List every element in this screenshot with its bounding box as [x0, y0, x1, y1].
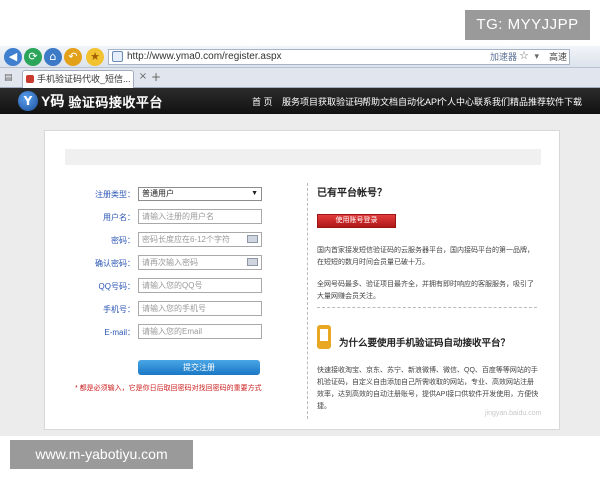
new-tab-icon[interactable]: +	[150, 71, 162, 83]
nav-services[interactable]: 服务项目	[282, 95, 318, 108]
confirm-password-placeholder: 请再次输入密码	[142, 258, 198, 267]
username-input[interactable]: 请输入注册的用户名	[138, 209, 262, 224]
password-placeholder: 密码长度应在6-12个字符	[142, 235, 231, 244]
favicon-icon	[26, 75, 34, 83]
reg-type-select[interactable]: 普通用户 ▼	[138, 187, 262, 201]
nav-api[interactable]: 自动化API	[398, 95, 440, 108]
login-button[interactable]: 使用账号登录	[317, 214, 396, 228]
compat-mode-button[interactable]: 高速	[549, 50, 567, 64]
nav-user-center[interactable]: 个人中心	[438, 95, 474, 108]
label-qq: QQ号码：	[98, 282, 135, 291]
tab-close-icon[interactable]: ×	[137, 71, 149, 83]
home-icon[interactable]: ⌂	[44, 48, 62, 66]
watermark-tag: TG: MYYJJPP	[465, 10, 590, 40]
tab-bar: ▤ 手机验证码代收_短信... × +	[0, 68, 600, 88]
bookmark-star-icon[interactable]: ☆	[519, 49, 529, 63]
label-email: E-mail：	[104, 328, 135, 337]
address-bar[interactable]: http://www.yma0.com/register.aspx 加速器 ☆ …	[108, 49, 570, 65]
refresh-icon[interactable]: ⟳	[24, 48, 42, 66]
favorites-star-icon[interactable]: ★	[86, 48, 104, 66]
intro-paragraph-2: 全网号码最多、验证项目最齐全，并拥有即时响应的客服服务，吸引了大量网赚会员关注。	[317, 281, 534, 300]
logo-mark-icon: Y	[18, 91, 38, 111]
select-arrow-icon: ▼	[251, 190, 258, 197]
site-logo[interactable]: Y Y码 验证码接收平台	[18, 90, 163, 112]
browser-toolbar: ◀ ⟳ ⌂ ↶ ★ http://www.yma0.com/register.a…	[0, 46, 600, 68]
address-text: http://www.yma0.com/register.aspx	[127, 51, 282, 62]
phone-icon	[317, 325, 331, 349]
register-panel: 注册类型： 普通用户 ▼ 用户名： 请输入注册的用户名 密码： 密码长度应在6-…	[44, 130, 560, 430]
tab-current[interactable]: 手机验证码代收_短信...	[22, 70, 134, 88]
logo-text: 验证码接收平台	[68, 94, 163, 110]
watermark-site: www.m-yabotiyu.com	[10, 440, 193, 469]
chevron-down-icon[interactable]: ▾	[534, 49, 539, 63]
email-input[interactable]: 请输入您的Email	[138, 324, 262, 339]
phone-input[interactable]: 请输入您的手机号	[138, 301, 262, 316]
accelerator-label[interactable]: 加速器	[490, 50, 517, 64]
horizontal-divider	[317, 307, 537, 308]
has-account-heading: 已有平台帐号？	[317, 188, 387, 199]
undo-icon[interactable]: ↶	[64, 48, 82, 66]
required-note: * 都是必须输入，它是你日后取回密码对找回密码的重要方式	[75, 385, 262, 392]
label-phone: 手机号：	[103, 305, 135, 314]
password-input[interactable]: 密码长度应在6-12个字符	[138, 232, 262, 247]
panel-band	[65, 149, 541, 165]
nav-home[interactable]: 首 页	[252, 95, 282, 108]
nav-download[interactable]: 软件下载	[546, 95, 582, 108]
tab-title: 手机验证码代收_短信...	[37, 74, 131, 84]
keyboard-icon[interactable]	[247, 235, 258, 243]
logo-y: Y码	[41, 93, 65, 109]
why-title: 为什么要使用手机验证码自动接收平台？	[339, 338, 511, 349]
label-confirm-password: 确认密码：	[95, 259, 135, 268]
submit-button[interactable]: 提交注册	[138, 360, 260, 375]
page-icon	[112, 51, 123, 62]
vertical-divider	[307, 183, 308, 419]
keyboard-icon[interactable]	[247, 258, 258, 266]
sidebar-icon[interactable]: ▤	[4, 73, 14, 83]
confirm-password-input[interactable]: 请再次输入密码	[138, 255, 262, 270]
source-watermark: jingyan.baidu.com	[485, 410, 542, 417]
nav-get-code[interactable]: 获取验证码	[318, 95, 363, 108]
label-username: 用户名：	[103, 213, 135, 222]
label-reg-type: 注册类型：	[95, 190, 135, 199]
reg-type-value: 普通用户	[142, 189, 174, 198]
intro-paragraph-1: 国内首家接发短信验证码的云服务器平台，国内接码平台的第一品牌，在短短的数月时间会…	[317, 247, 534, 266]
qq-input[interactable]: 请输入您的QQ号	[138, 278, 262, 293]
why-paragraph: 快速接收淘宝、京东、苏宁、新浪微博、微信、QQ、百度等等网站的手机验证码，自定义…	[317, 367, 539, 410]
site-nav: 首 页 服务项目 获取验证码 帮助文档 自动化API 个人中心 联系我们 精品推…	[252, 88, 582, 114]
nav-contact[interactable]: 联系我们	[474, 95, 510, 108]
page-content: 注册类型： 普通用户 ▼ 用户名： 请输入注册的用户名 密码： 密码长度应在6-…	[0, 114, 600, 436]
why-section: 为什么要使用手机验证码自动接收平台？	[317, 323, 539, 355]
nav-featured[interactable]: 精品推荐	[510, 95, 546, 108]
nav-help[interactable]: 帮助文档	[362, 95, 398, 108]
back-icon[interactable]: ◀	[4, 48, 22, 66]
label-password: 密码：	[111, 236, 135, 245]
screenshot-root: TG: MYYJJPP www.m-yabotiyu.com ◀ ⟳ ⌂ ↶ ★…	[0, 0, 600, 480]
site-header: Y Y码 验证码接收平台 首 页 服务项目 获取验证码 帮助文档 自动化API …	[0, 88, 600, 114]
